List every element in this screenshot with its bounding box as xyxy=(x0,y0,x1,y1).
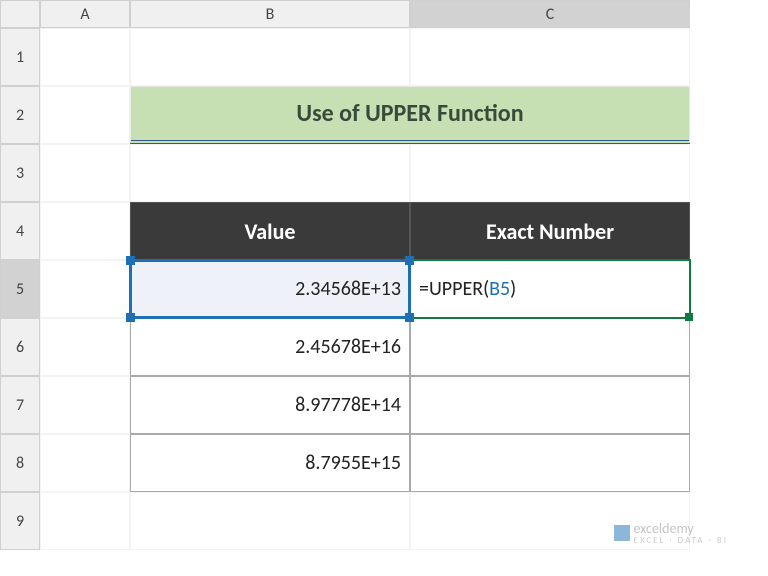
row-header-8[interactable]: 8 xyxy=(0,434,40,492)
col-header-c[interactable]: C xyxy=(410,0,690,28)
formula-cell-ref: B5 xyxy=(489,277,510,301)
formula-prefix: =UPPER( xyxy=(419,277,489,301)
cell-c7[interactable] xyxy=(410,376,690,434)
cell-c3[interactable] xyxy=(410,144,690,202)
cell-b1[interactable] xyxy=(130,28,410,86)
cell-a1[interactable] xyxy=(40,28,130,86)
row-header-9[interactable]: 9 xyxy=(0,492,40,550)
row-header-2[interactable]: 2 xyxy=(0,86,40,144)
row-header-5[interactable]: 5 xyxy=(0,260,40,318)
cell-a9[interactable] xyxy=(40,492,130,550)
cell-a6[interactable] xyxy=(40,318,130,376)
cell-c8[interactable] xyxy=(410,434,690,492)
row-header-4[interactable]: 4 xyxy=(0,202,40,260)
cell-a7[interactable] xyxy=(40,376,130,434)
row-header-3[interactable]: 3 xyxy=(0,144,40,202)
row-header-6[interactable]: 6 xyxy=(0,318,40,376)
cell-b3[interactable] xyxy=(130,144,410,202)
formula-suffix: ) xyxy=(510,277,516,301)
cell-b6[interactable]: 2.45678E+16 xyxy=(130,318,410,376)
cell-b8[interactable]: 8.7955E+15 xyxy=(130,434,410,492)
header-value[interactable]: Value xyxy=(130,202,410,260)
spreadsheet-grid: A B C 1 2 Use of UPPER Function 3 4 Valu… xyxy=(0,0,768,550)
cell-b9[interactable] xyxy=(130,492,410,550)
cell-c1[interactable] xyxy=(410,28,690,86)
cell-c6[interactable] xyxy=(410,318,690,376)
title-merged[interactable]: Use of UPPER Function xyxy=(130,86,690,144)
selection-handle-icon xyxy=(405,256,414,265)
watermark-logo-icon xyxy=(614,525,630,541)
row-header-1[interactable]: 1 xyxy=(0,28,40,86)
header-exact[interactable]: Exact Number xyxy=(410,202,690,260)
cell-b5-value: 2.34568E+13 xyxy=(295,277,401,301)
watermark-tag: EXCEL · DATA · BI xyxy=(634,535,728,546)
watermark: exceldemy EXCEL · DATA · BI xyxy=(614,520,728,546)
cell-a8[interactable] xyxy=(40,434,130,492)
col-header-a[interactable]: A xyxy=(40,0,130,28)
cell-a5[interactable] xyxy=(40,260,130,318)
cell-b5[interactable]: 2.34568E+13 xyxy=(130,260,410,318)
cell-a4[interactable] xyxy=(40,202,130,260)
cell-a2[interactable] xyxy=(40,86,130,144)
cell-c5-active[interactable]: =UPPER(B5) xyxy=(410,260,690,318)
select-all-corner[interactable] xyxy=(0,0,40,28)
row-header-7[interactable]: 7 xyxy=(0,376,40,434)
col-header-b[interactable]: B xyxy=(130,0,410,28)
selection-handle-icon xyxy=(126,313,135,322)
cell-b7[interactable]: 8.97778E+14 xyxy=(130,376,410,434)
cell-a3[interactable] xyxy=(40,144,130,202)
